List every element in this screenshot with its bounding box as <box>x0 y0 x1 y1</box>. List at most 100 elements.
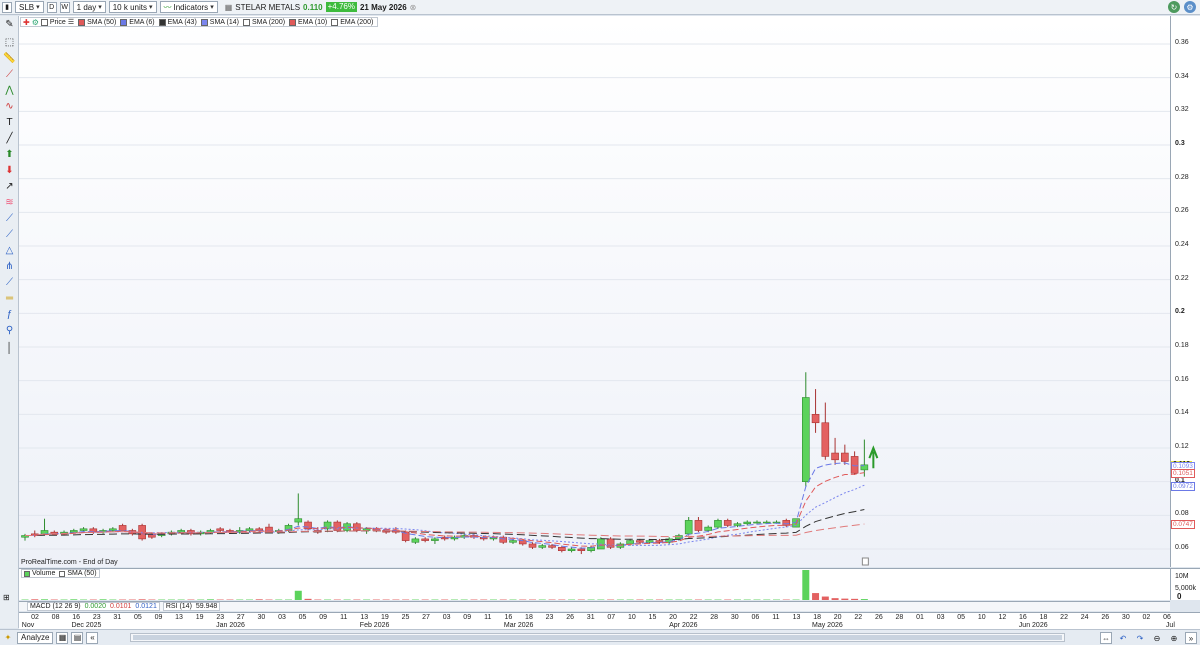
refresh-icon[interactable]: ↻ <box>1168 1 1180 13</box>
scroll-end-icon[interactable]: » <box>1185 632 1197 644</box>
channel-icon[interactable]: ⟋ <box>2 68 17 81</box>
horizontal-line-icon[interactable]: ═ <box>2 292 17 305</box>
ticker-selector[interactable]: SLB ▾ <box>15 1 44 13</box>
undo-icon[interactable]: ↶ <box>1117 632 1129 644</box>
analyze-button[interactable]: Analyze <box>17 631 54 644</box>
redo-icon[interactable]: ↷ <box>1134 632 1146 644</box>
pencil-icon[interactable]: ✎ <box>2 18 17 31</box>
legend-item[interactable]: EMA (43) <box>158 18 199 26</box>
price-tick: 0.22 <box>1175 274 1189 282</box>
month-label: Jan 2026 <box>216 622 245 629</box>
chart-window-icon[interactable]: ▤ <box>71 631 84 644</box>
date-tick: 20 <box>833 614 842 621</box>
expand-icon[interactable]: ⊞ <box>3 593 10 602</box>
buy-arrow-icon[interactable]: ⬆ <box>2 148 17 161</box>
macd-value: 0.0020 <box>84 603 106 610</box>
units-selector[interactable]: 10 k units ▾ <box>108 1 157 13</box>
macd-legend[interactable]: MACD (12 26 9) 0.0020 0.0101 0.0121 <box>27 602 160 611</box>
price-tick: 0.12 <box>1175 443 1189 450</box>
legend-price[interactable]: Price ☰ <box>40 18 76 26</box>
volume-bar <box>255 599 263 600</box>
legend-item[interactable]: SMA (50) <box>78 18 118 26</box>
legend-item[interactable]: EMA (200) <box>331 18 375 26</box>
wave-icon[interactable]: ∿ <box>2 100 17 113</box>
settings-icon[interactable]: ⚙ <box>32 18 39 27</box>
legend-swatch <box>242 18 250 26</box>
candle-body <box>294 518 303 523</box>
date-tick: 27 <box>236 614 245 621</box>
legend-item[interactable]: SMA (14) <box>200 18 241 26</box>
date-tick: 05 <box>134 614 142 621</box>
candle-body <box>69 530 78 533</box>
legend-swatch <box>40 18 48 26</box>
vertical-line-icon[interactable]: │ <box>2 342 17 355</box>
date-tick: 09 <box>319 614 328 621</box>
candle-body <box>40 530 49 535</box>
date-tick: 09 <box>154 614 163 621</box>
zoom-range-icon[interactable]: ⇔ <box>1100 632 1112 644</box>
fibonacci-icon[interactable]: ≋ <box>2 196 17 209</box>
ruler-icon[interactable]: 📏 <box>2 52 17 65</box>
indicators-button[interactable]: 〰 Indicators ▾ <box>159 1 218 13</box>
date-tick: 22 <box>689 614 698 621</box>
scroll-left-icon[interactable]: « <box>86 631 99 644</box>
sell-arrow-icon[interactable]: ⬇ <box>2 164 17 177</box>
price-tick: 0.36 <box>1175 39 1189 46</box>
indicator-bar: ⊞ MACD (12 26 9) 0.0020 0.0101 0.0121 RS… <box>3 593 1170 611</box>
period-d-button[interactable]: D <box>46 1 57 13</box>
candle-body <box>704 526 713 531</box>
volume-panel[interactable] <box>19 568 1170 600</box>
ray-icon[interactable]: ⟋ <box>2 228 17 241</box>
interval-selector[interactable]: 1 day ▾ <box>72 1 106 13</box>
triangle-icon[interactable]: △ <box>2 244 17 257</box>
event-marker <box>861 557 869 566</box>
candle-body <box>733 523 742 526</box>
drawing-toolbar: ✎ ⬚ 📏 ⟋ ⋀ ∿ T ╱ ⬆ ⬇ ↗ ≋ ⟋ ⟋ △ ⋔ ⟋ ═ ƒ ⚲ … <box>0 16 19 628</box>
gann-icon[interactable]: ⟋ <box>2 276 17 289</box>
date-tick: 20 <box>669 614 677 621</box>
volume-chart-svg <box>21 570 868 600</box>
candle-body <box>841 452 849 462</box>
add-icon[interactable]: ✚ <box>23 18 30 27</box>
candle-body <box>509 540 517 543</box>
price-axis[interactable]: 0.36 0.34 0.32 0.3 0.28 0.26 0.24 0.22 0.2 0.18 0.… <box>1170 16 1200 567</box>
time-scrollbar[interactable] <box>130 633 1065 642</box>
date-tick: 30 <box>1121 614 1130 621</box>
legend-swatch <box>59 570 66 577</box>
price-chart[interactable] <box>19 16 1170 567</box>
month-label: May 2026 <box>812 622 843 629</box>
zoom-in-icon[interactable]: ⊕ <box>1168 632 1180 644</box>
volume-bar <box>851 598 859 600</box>
candle-body <box>743 521 752 525</box>
legend-item[interactable]: EMA (10) <box>289 18 329 26</box>
date-tick: 13 <box>792 614 801 621</box>
zoom-out-icon[interactable]: ⊖ <box>1151 632 1163 644</box>
quote-date: 21 May 2026 <box>359 2 407 12</box>
legend-item-label: SMA (50) <box>87 18 117 26</box>
pattern-icon[interactable]: ⋀ <box>2 84 17 97</box>
scrollbar-thumb[interactable] <box>133 635 1062 640</box>
arrow-icon[interactable]: ↗ <box>2 180 17 193</box>
settings-icon[interactable]: ⚙ <box>1184 1 1196 13</box>
candle-body <box>421 538 429 541</box>
chart-type-icon[interactable]: ▮ <box>2 1 12 13</box>
legend-swatch <box>24 570 30 577</box>
volume-bar <box>206 599 214 600</box>
interval-label: 1 day <box>76 2 97 12</box>
legend-item[interactable]: SMA (200) <box>242 18 287 26</box>
close-icon[interactable]: ⊗ <box>410 3 417 12</box>
time-axis[interactable]: 02 08 16 23 31 05 09 13 19 23 27 30 03 05 09 11 13 19 25 27… <box>19 612 1200 636</box>
ma-value-tag: 0.1051 <box>1171 469 1195 479</box>
legend-item[interactable]: EMA (6) <box>120 18 156 26</box>
text-icon[interactable]: T <box>2 116 17 129</box>
period-w-button[interactable]: W <box>59 1 70 13</box>
pitchfork-icon[interactable]: ⋔ <box>2 260 17 273</box>
measure-icon[interactable]: ⚲ <box>2 324 17 337</box>
cursor-icon[interactable]: ⬚ <box>2 36 17 49</box>
trendline-icon[interactable]: ⟋ <box>2 212 17 225</box>
rsi-legend[interactable]: RSI (14) 59.948 <box>162 602 221 611</box>
analyze-icon[interactable]: ✦ <box>2 632 14 644</box>
layout-icon[interactable]: ▦ <box>56 631 69 644</box>
function-icon[interactable]: ƒ <box>2 308 17 321</box>
line-icon[interactable]: ╱ <box>2 132 17 145</box>
